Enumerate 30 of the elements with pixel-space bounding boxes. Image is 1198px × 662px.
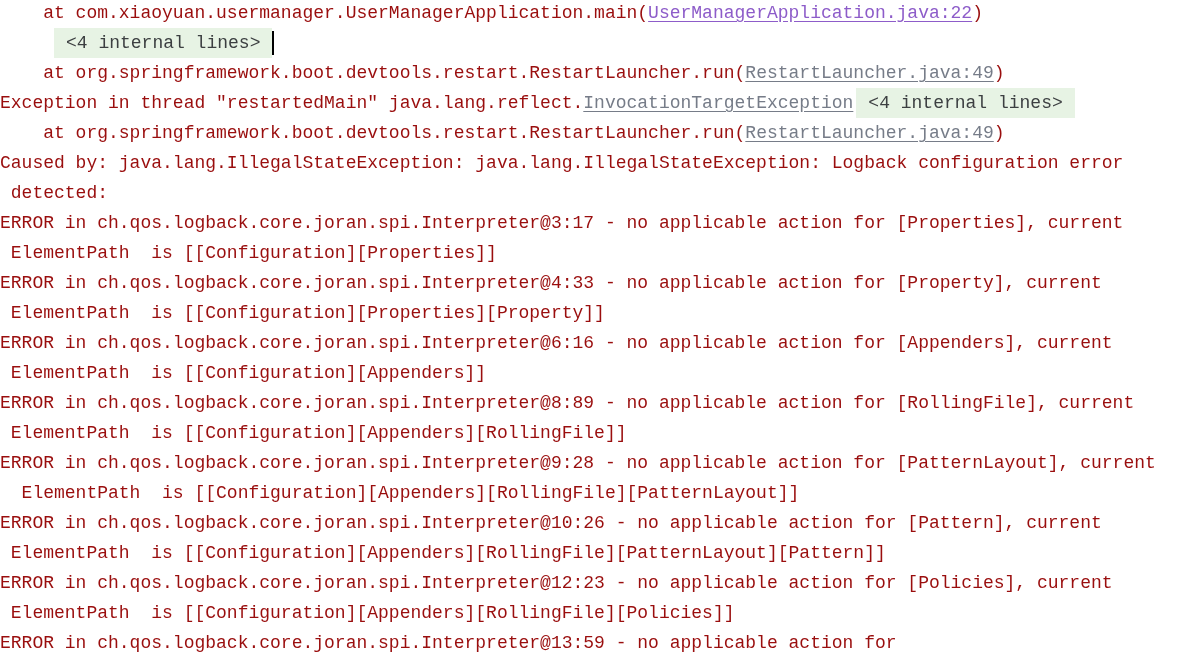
console-text: ERROR in ch.qos.logback.core.joran.spi.Interpreter@13:59 - no applicable action for [0, 633, 897, 653]
console-text: ERROR in ch.qos.logback.core.joran.spi.Interpreter@3:17 - no applicable action for [Properties], current [0, 213, 1124, 233]
console-text: Caused by: java.lang.IllegalStateException: java.lang.IllegalStateException: Logback configuration error [0, 153, 1124, 173]
console-text: ERROR in ch.qos.logback.core.joran.spi.Interpreter@6:16 - no applicable action for [Appenders], current [0, 333, 1113, 353]
console-text: ElementPath is [[Configuration][Appenders][RollingFile][PatternLayout][Pattern]] [9, 543, 886, 563]
console-text: ) [993, 123, 1005, 143]
folded-lines-toggle[interactable]: <4 internal lines> [856, 88, 1075, 118]
source-link[interactable]: RestartLauncher.java:49 [745, 123, 994, 143]
console-text: ERROR in ch.qos.logback.core.joran.spi.Interpreter@12:23 - no applicable action for [Policies], current [0, 573, 1113, 593]
console-text: Exception in thread "restartedMain" java.lang.reflect. [0, 93, 584, 113]
console-text: ) [993, 63, 1005, 83]
console-text: at org.springframework.boot.devtools.restart.RestartLauncher.run( [42, 123, 746, 143]
console-text: ElementPath is [[Configuration][Appenders][RollingFile][PatternLayout]] [20, 483, 800, 503]
console-text: ERROR in ch.qos.logback.core.joran.spi.Interpreter@8:89 - no applicable action for [RollingFile], current [0, 393, 1135, 413]
console-text: ElementPath is [[Configuration][Properties]] [9, 243, 497, 263]
source-link[interactable]: UserManagerApplication.java:22 [648, 3, 973, 23]
console-text: ElementPath is [[Configuration][Appenders][RollingFile]] [9, 423, 627, 443]
console-text: ERROR in ch.qos.logback.core.joran.spi.Interpreter@4:33 - no applicable action for [Property], current [0, 273, 1102, 293]
console-text: at org.springframework.boot.devtools.restart.RestartLauncher.run( [42, 63, 746, 83]
console-text: ERROR in ch.qos.logback.core.joran.spi.Interpreter@9:28 - no applicable action for [PatternLayout], current [0, 453, 1156, 473]
console-text: detected: [9, 183, 109, 203]
console-text: at com.xiaoyuan.usermanager.UserManagerApplication.main( [42, 3, 649, 23]
console-text: ElementPath is [[Configuration][Appenders][RollingFile][Policies]] [9, 603, 735, 623]
console-text: ERROR in ch.qos.logback.core.joran.spi.Interpreter@10:26 - no applicable action for [Pattern], current [0, 513, 1102, 533]
folded-lines-toggle[interactable]: <4 internal lines> [54, 28, 273, 58]
console-text: ElementPath is [[Configuration][Properties][Property]] [9, 303, 605, 323]
console-text: ElementPath is [[Configuration][Appenders]] [9, 363, 487, 383]
source-link[interactable]: RestartLauncher.java:49 [745, 63, 994, 83]
console-text: ) [972, 3, 983, 23]
source-link[interactable]: InvocationTargetException [583, 93, 854, 113]
